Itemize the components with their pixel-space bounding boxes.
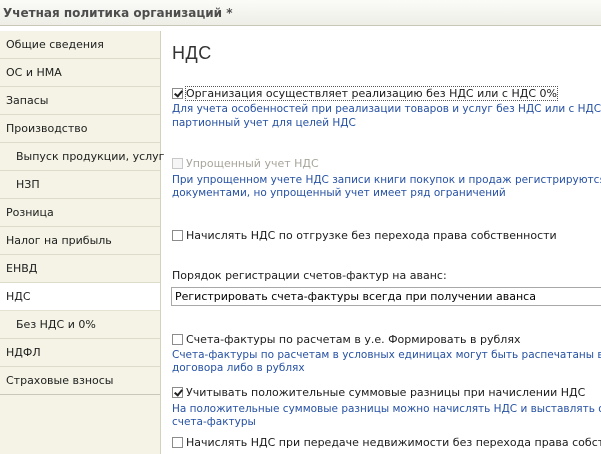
no-vat-sales-checkbox[interactable] xyxy=(172,88,183,99)
advance-invoices-label: Порядок регистрации счетов-фактур на ава… xyxy=(172,269,447,282)
vat-on-shipment-label[interactable]: Начислять НДС по отгрузке без перехода п… xyxy=(186,229,557,242)
invoices-in-rubles-hint-2: договора либо в рублях xyxy=(172,362,305,374)
invoices-in-rubles-checkbox[interactable] xyxy=(172,334,183,345)
page-title: НДС xyxy=(172,43,212,63)
window-titlebar: Учетная политика организаций * xyxy=(0,0,601,26)
no-vat-sales-label[interactable]: Организация осуществляет реализацию без … xyxy=(185,86,558,101)
no-vat-sales-hint-1: Для учета особенностей при реализации то… xyxy=(172,103,601,115)
real-estate-transfer-checkbox[interactable] xyxy=(172,437,183,448)
sidebar: Общие сведения ОС и НМА Запасы Производс… xyxy=(0,31,164,454)
sidebar-item-ndfl[interactable]: НДФЛ xyxy=(0,339,160,367)
sidebar-item-insurance[interactable]: Страховые взносы xyxy=(0,367,160,395)
sidebar-item-vat[interactable]: НДС xyxy=(0,283,160,311)
window-title: Учетная политика организаций * xyxy=(3,5,233,20)
sidebar-item-production[interactable]: Производство xyxy=(0,115,160,143)
sidebar-item-retail[interactable]: Розница xyxy=(0,199,160,227)
sidebar-item-fixed-assets[interactable]: ОС и НМА xyxy=(0,59,160,87)
sidebar-item-envd[interactable]: ЕНВД xyxy=(0,255,160,283)
advance-invoices-value: Регистрировать счета-фактуры всегда при … xyxy=(175,290,536,303)
real-estate-transfer-row[interactable]: Начислять НДС при передаче недвижимости … xyxy=(172,436,601,449)
sidebar-item-income-tax[interactable]: Налог на прибыль xyxy=(0,227,160,255)
sidebar-item-wip[interactable]: НЗП xyxy=(0,171,160,199)
simplified-vat-row: Упрощенный учет НДС xyxy=(172,157,319,170)
sidebar-item-general[interactable]: Общие сведения xyxy=(0,31,160,59)
advance-invoices-select[interactable]: Регистрировать счета-фактуры всегда при … xyxy=(171,287,601,306)
invoices-in-rubles-label[interactable]: Счета-фактуры по расчетам в у.е. Формиро… xyxy=(186,333,520,346)
no-vat-sales-row[interactable]: Организация осуществляет реализацию без … xyxy=(172,86,558,101)
sidebar-item-no-vat[interactable]: Без НДС и 0% xyxy=(0,311,160,339)
vat-on-shipment-row[interactable]: Начислять НДС по отгрузке без перехода п… xyxy=(172,229,557,242)
real-estate-transfer-label[interactable]: Начислять НДС при передаче недвижимости … xyxy=(186,436,601,449)
sidebar-item-output[interactable]: Выпуск продукции, услуг xyxy=(0,143,164,171)
simplified-vat-label: Упрощенный учет НДС xyxy=(186,157,319,170)
positive-differences-hint-1: На положительные суммовые разницы можно … xyxy=(172,403,601,415)
positive-differences-label[interactable]: Учитывать положительные суммовые разницы… xyxy=(186,386,585,399)
main-panel: НДС Организация осуществляет реализацию … xyxy=(162,31,601,454)
sidebar-item-inventory[interactable]: Запасы xyxy=(0,87,160,115)
positive-differences-row[interactable]: Учитывать положительные суммовые разницы… xyxy=(172,386,585,399)
vat-on-shipment-checkbox[interactable] xyxy=(172,230,183,241)
positive-differences-hint-2: счета-фактуры xyxy=(172,416,256,428)
simplified-vat-checkbox xyxy=(172,158,183,169)
invoices-in-rubles-hint-1: Счета-фактуры по расчетам в условных еди… xyxy=(172,349,601,361)
invoices-in-rubles-row[interactable]: Счета-фактуры по расчетам в у.е. Формиро… xyxy=(172,333,520,346)
simplified-vat-hint-2: документами, но упрощенный учет имеет ря… xyxy=(172,187,506,199)
simplified-vat-hint-1: При упрощенном учете НДС записи книги по… xyxy=(172,174,601,186)
no-vat-sales-hint-2: партионный учет для целей НДС xyxy=(172,117,356,129)
positive-differences-checkbox[interactable] xyxy=(172,387,183,398)
